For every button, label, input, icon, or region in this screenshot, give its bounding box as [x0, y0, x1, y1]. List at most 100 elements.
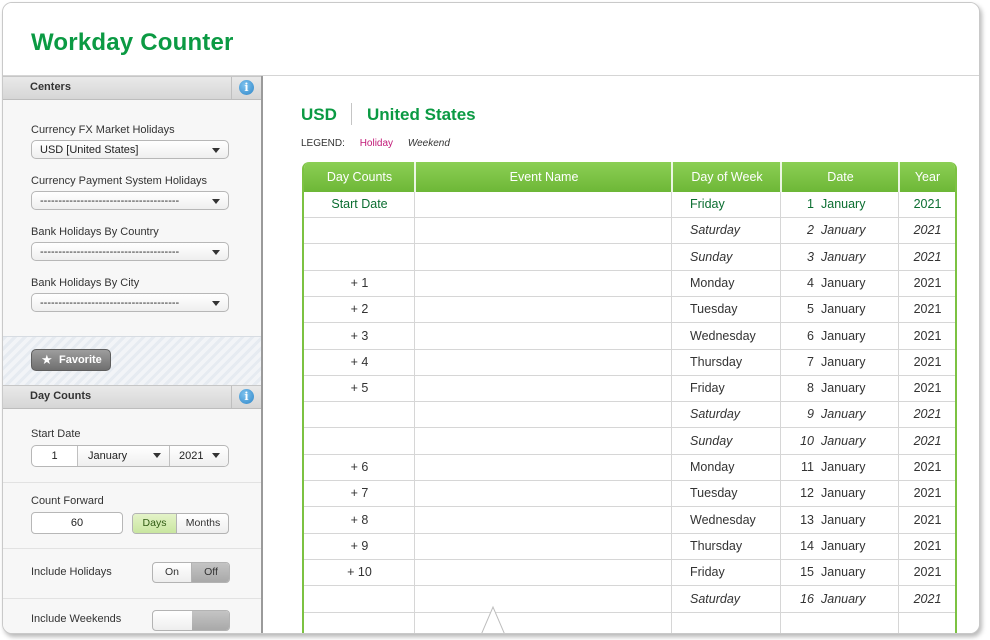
count-forward-input[interactable]: 60 [31, 512, 123, 534]
currency-name: United States [367, 105, 476, 124]
cell-day-of-week: Monday [690, 460, 735, 474]
cell-month: January [821, 275, 866, 290]
include-holidays-label: Include Holidays [31, 566, 112, 578]
results-table: Day Counts Event Name Day of Week Date Y… [302, 162, 957, 633]
cell-day-count [304, 245, 415, 270]
cell-event-name [424, 192, 664, 217]
cell-event-name [424, 245, 664, 270]
start-day-input[interactable]: 1 [32, 446, 78, 466]
cell-year: 2021 [913, 486, 942, 501]
chevron-down-icon [212, 148, 220, 153]
include-weekends-toggle[interactable] [152, 610, 230, 631]
unit-days-option[interactable]: Days [133, 514, 176, 533]
cell-month: January [821, 328, 866, 343]
table-row: Start Date Friday 1 January 2021 [304, 192, 955, 218]
cell-day-count: + 3 [350, 328, 369, 343]
cell-event-name [424, 350, 664, 375]
divider [3, 548, 261, 549]
divider [231, 386, 232, 408]
cell-event-name [424, 402, 664, 427]
col-event-name: Event Name [509, 170, 579, 184]
cell-day-count: Start Date [331, 197, 388, 211]
cell-day: 7 [807, 354, 814, 369]
callout-notch [481, 605, 505, 633]
col-day-of-week: Day of Week [691, 170, 763, 184]
cell-month: January [821, 302, 866, 317]
holidays-on-option[interactable]: On [153, 563, 191, 582]
cell-year: 2021 [913, 381, 942, 396]
holidays-off-option[interactable]: Off [192, 563, 229, 582]
legend-label: LEGEND: [301, 138, 345, 149]
app-window: Workday Counter Centers i Currency FX Ma… [2, 2, 980, 634]
start-year-select[interactable]: 2021 [170, 446, 228, 466]
legend-holiday: Holiday [359, 138, 394, 149]
cell-event-name [424, 455, 664, 480]
cell-day-count: + 10 [347, 565, 372, 580]
cell-day-of-week: Wednesday [690, 328, 756, 343]
start-date-group: 1 January 2021 [31, 445, 229, 467]
table-row: Saturday 16 January 2021 [304, 587, 955, 613]
cell-day: 5 [807, 302, 814, 317]
cell-month: January [821, 460, 866, 474]
cell-month: January [821, 223, 866, 238]
cell-month: January [821, 249, 866, 264]
cell-day: 4 [807, 275, 814, 290]
fx-holidays-select[interactable]: USD [United States] [31, 140, 229, 159]
start-month-select[interactable]: January [78, 446, 170, 466]
cell-day-of-week: Friday [690, 197, 725, 211]
cell-day-count: + 5 [350, 381, 369, 396]
table-row: + 9 Thursday 14 January 2021 [304, 534, 955, 560]
cell-event-name [424, 218, 664, 243]
bank-city-select[interactable]: -------------------------------------- [31, 293, 229, 312]
centers-title: Centers [30, 81, 71, 93]
star-icon: ★ [41, 352, 53, 367]
cell-day-count: + 1 [350, 275, 369, 290]
divider [231, 77, 232, 99]
cell-year: 2021 [913, 460, 942, 474]
cell-month: January [821, 591, 866, 606]
chevron-down-icon [153, 453, 161, 458]
app-title: Workday Counter [31, 29, 234, 56]
start-date-label: Start Date [31, 428, 81, 440]
legend: LEGEND: Holiday Weekend [301, 138, 450, 149]
cell-day-of-week: Saturday [690, 223, 741, 238]
col-year: Year [914, 170, 941, 184]
cell-month: January [821, 486, 866, 501]
cell-event-name [424, 587, 664, 612]
cell-event-name [424, 534, 664, 559]
cell-day-of-week: Saturday [690, 591, 741, 606]
cell-day: 11 [801, 460, 814, 474]
cell-year: 2021 [913, 565, 942, 580]
cell-day-count [304, 218, 415, 243]
cell-month: January [821, 197, 866, 211]
cell-day: 9 [807, 407, 814, 422]
divider [351, 103, 352, 125]
cell-month: January [821, 354, 866, 369]
cell-day: 10 [800, 433, 814, 448]
cell-event-name [424, 271, 664, 296]
cell-event-name [424, 324, 664, 349]
favorite-button[interactable]: ★ Favorite [31, 349, 111, 371]
centers-info-icon[interactable]: i [239, 80, 254, 95]
bank-country-select[interactable]: -------------------------------------- [31, 242, 229, 261]
cell-day-of-week: Sunday [690, 433, 733, 448]
cell-event-name [424, 297, 664, 322]
weekends-off-option[interactable] [192, 611, 229, 630]
cell-year: 2021 [913, 538, 942, 553]
cell-year: 2021 [913, 197, 942, 211]
cell-day-count: + 4 [350, 354, 369, 369]
day-counts-info-icon[interactable]: i [239, 389, 254, 404]
favorite-zone: ★ Favorite [3, 336, 261, 385]
cell-day-of-week: Friday [690, 381, 725, 396]
count-unit-toggle: Days Months [132, 513, 229, 534]
legend-weekend: Weekend [407, 138, 450, 149]
payment-holidays-select[interactable]: -------------------------------------- [31, 191, 229, 210]
include-weekends-label: Include Weekends [31, 613, 122, 625]
divider [780, 192, 781, 633]
bank-country-label: Bank Holidays By Country [31, 226, 159, 238]
unit-months-option[interactable]: Months [177, 514, 228, 533]
cell-day-of-week: Thursday [690, 538, 743, 553]
cell-year: 2021 [913, 433, 942, 448]
chevron-down-icon [212, 199, 220, 204]
cell-day-of-week: Tuesday [690, 486, 738, 501]
